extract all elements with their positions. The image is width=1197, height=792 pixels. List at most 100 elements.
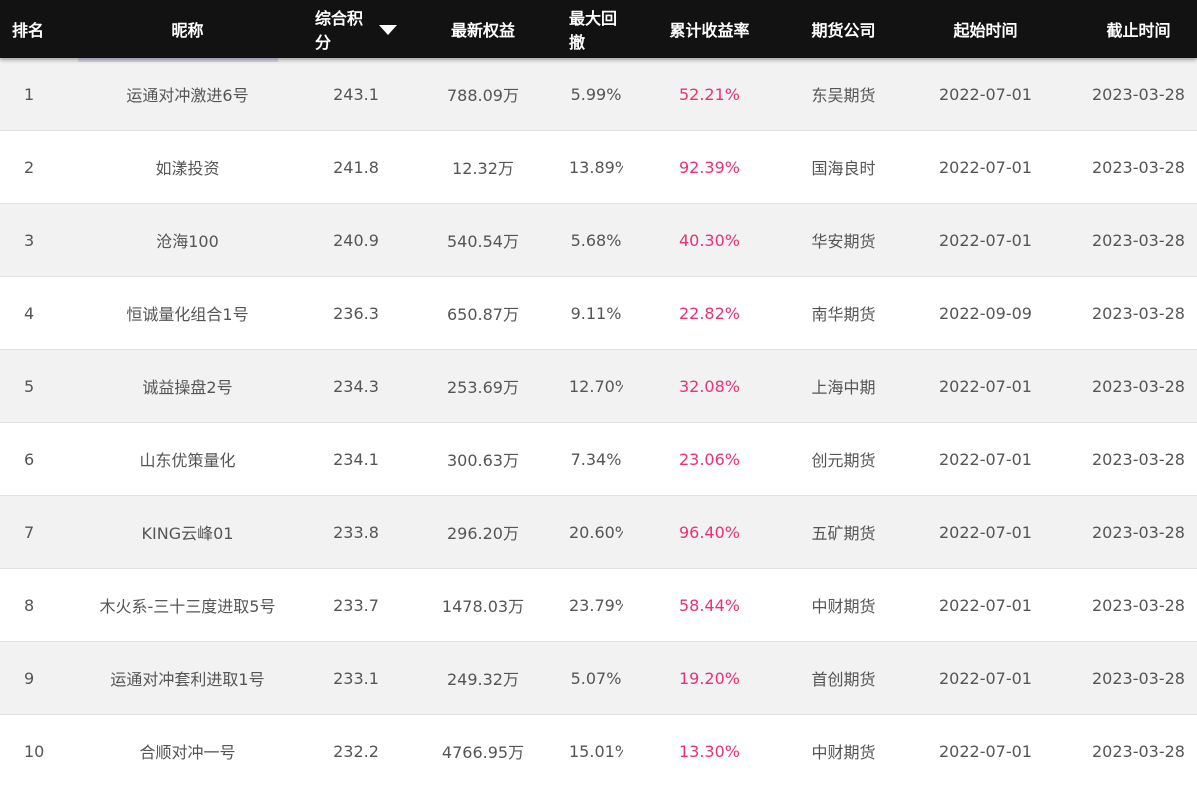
- table-header: 排名 昵称 综合积分 最新权益 最大回撤 累计收益率 期货公司 起始时间 截止时…: [0, 0, 1197, 58]
- start-date-cell: 2022-07-01: [939, 449, 1032, 469]
- name-link[interactable]: 合顺对冲一号: [81, 739, 295, 763]
- company-cell: 五矿期货: [811, 524, 876, 543]
- rank-cell: 8: [24, 595, 35, 615]
- drawdown-cell: 5.99%: [570, 84, 622, 104]
- table-row[interactable]: 8 木火系-三十三度进取5号 233.7 1478.03万 23.79% 58.44% 中财…: [0, 569, 1197, 642]
- end-date-cell: 2023-03-28: [1092, 303, 1185, 323]
- return-cell: 92.39%: [678, 157, 740, 177]
- drawdown-cell: 13.89%: [569, 157, 623, 177]
- name-cell[interactable]: 山东优策量化: [60, 447, 315, 471]
- score-cell: 232.2: [333, 741, 379, 761]
- return-cell: 23.06%: [678, 449, 740, 469]
- column-header-company[interactable]: 期货公司: [796, 0, 891, 58]
- column-header-score-label: 综合积分: [315, 9, 364, 52]
- ranking-table: 排名 昵称 综合积分 最新权益 最大回撤 累计收益率 期货公司 起始时间 截止时…: [0, 0, 1197, 787]
- company-cell: 南华期货: [811, 305, 876, 324]
- drawdown-cell: 20.60%: [569, 522, 623, 542]
- column-header-name[interactable]: 昵称: [60, 0, 315, 58]
- return-cell: 19.20%: [678, 668, 740, 688]
- company-cell: 上海中期: [811, 378, 876, 397]
- score-cell: 233.8: [333, 522, 379, 542]
- company-cell: 华安期货: [811, 232, 876, 251]
- table-row[interactable]: 9 运通对冲套利进取1号 233.1 249.32万 5.07% 19.20% 首创期货 20…: [0, 642, 1197, 715]
- score-cell: 233.1: [333, 668, 379, 688]
- column-header-drawdown[interactable]: 最大回撤: [569, 0, 623, 58]
- company-cell: 东吴期货: [811, 86, 876, 105]
- equity-cell: 1478.03万: [441, 597, 525, 616]
- table-row[interactable]: 2 如漾投资 241.8 12.32万 13.89% 92.39% 国海良时 2022-07-…: [0, 131, 1197, 204]
- name-link[interactable]: 诚益操盘2号: [81, 374, 295, 398]
- table-body: 1 运通对冲激进6号 243.1 788.09万 5.99% 52.21% 东吴期货 2022…: [0, 58, 1197, 787]
- table-row[interactable]: 4 恒诚量化组合1号 236.3 650.87万 9.11% 22.82% 南华期货 2022…: [0, 277, 1197, 350]
- table-row[interactable]: 1 运通对冲激进6号 243.1 788.09万 5.99% 52.21% 东吴期货 2022…: [0, 58, 1197, 131]
- name-cell[interactable]: 合顺对冲一号: [60, 739, 315, 763]
- return-cell: 96.40%: [678, 522, 740, 542]
- name-cell[interactable]: 恒诚量化组合1号: [60, 301, 315, 325]
- company-cell: 创元期货: [811, 451, 876, 470]
- column-header-end-date[interactable]: 截止时间: [1080, 0, 1197, 58]
- table-row[interactable]: 10 合顺对冲一号 232.2 4766.95万 15.01% 13.30% 中财期货 202…: [0, 715, 1197, 787]
- company-cell: 首创期货: [811, 670, 876, 689]
- end-date-cell: 2023-03-28: [1092, 376, 1185, 396]
- start-date-cell: 2022-07-01: [939, 157, 1032, 177]
- company-cell: 国海良时: [811, 159, 876, 178]
- name-link[interactable]: 运通对冲套利进取1号: [81, 666, 295, 690]
- return-cell: 32.08%: [678, 376, 740, 396]
- name-link[interactable]: 恒诚量化组合1号: [81, 301, 295, 325]
- column-header-start-date[interactable]: 起始时间: [891, 0, 1080, 58]
- equity-cell: 300.63万: [447, 451, 519, 470]
- table-row[interactable]: 7 KING云峰01 233.8 296.20万 20.60% 96.40% 五矿期货 202…: [0, 496, 1197, 569]
- table-row[interactable]: 6 山东优策量化 234.1 300.63万 7.34% 23.06% 创元期货 2022-0…: [0, 423, 1197, 496]
- return-cell: 52.21%: [678, 84, 740, 104]
- rank-cell: 3: [24, 230, 35, 250]
- end-date-cell: 2023-03-28: [1092, 84, 1185, 104]
- score-cell: 234.3: [333, 376, 379, 396]
- equity-cell: 249.32万: [447, 670, 519, 689]
- table-row[interactable]: 3 沧海100 240.9 540.54万 5.68% 40.30% 华安期货 2022-07…: [0, 204, 1197, 277]
- name-link[interactable]: 木火系-三十三度进取5号: [81, 593, 295, 617]
- column-header-return[interactable]: 累计收益率: [623, 0, 796, 58]
- column-header-equity[interactable]: 最新权益: [397, 0, 569, 58]
- start-date-cell: 2022-07-01: [939, 595, 1032, 615]
- name-link[interactable]: 运通对冲激进6号: [81, 82, 295, 106]
- start-date-cell: 2022-07-01: [939, 668, 1032, 688]
- company-cell: 中财期货: [811, 597, 876, 616]
- sort-desc-icon[interactable]: [379, 25, 397, 35]
- equity-cell: 650.87万: [447, 305, 519, 324]
- rank-cell: 6: [24, 449, 35, 469]
- name-cell[interactable]: 诚益操盘2号: [60, 374, 315, 398]
- rank-cell: 1: [24, 84, 35, 104]
- start-date-cell: 2022-07-01: [939, 230, 1032, 250]
- equity-cell: 296.20万: [447, 524, 519, 543]
- return-cell: 40.30%: [678, 230, 740, 250]
- name-cell[interactable]: 运通对冲激进6号: [60, 82, 315, 106]
- name-cell[interactable]: 运通对冲套利进取1号: [60, 666, 315, 690]
- name-cell[interactable]: 沧海100: [60, 228, 315, 252]
- rank-cell: 9: [24, 668, 35, 688]
- name-link[interactable]: 如漾投资: [81, 155, 295, 179]
- rank-cell: 5: [24, 376, 35, 396]
- start-date-cell: 2022-07-01: [939, 84, 1032, 104]
- drawdown-cell: 9.11%: [570, 303, 622, 323]
- drawdown-cell: 5.68%: [570, 230, 622, 250]
- return-cell: 13.30%: [678, 741, 740, 761]
- name-link[interactable]: 沧海100: [81, 228, 295, 252]
- start-date-cell: 2022-09-09: [939, 303, 1032, 323]
- score-cell: 236.3: [333, 303, 379, 323]
- name-link[interactable]: 山东优策量化: [81, 447, 295, 471]
- end-date-cell: 2023-03-28: [1092, 668, 1185, 688]
- name-cell[interactable]: 木火系-三十三度进取5号: [60, 593, 315, 617]
- rank-cell: 10: [24, 741, 45, 761]
- table-row[interactable]: 5 诚益操盘2号 234.3 253.69万 12.70% 32.08% 上海中期 2022-…: [0, 350, 1197, 423]
- name-link[interactable]: KING云峰01: [81, 520, 295, 544]
- name-column-indicator: [78, 58, 278, 62]
- start-date-cell: 2022-07-01: [939, 741, 1032, 761]
- column-header-score[interactable]: 综合积分: [315, 0, 397, 58]
- name-cell[interactable]: KING云峰01: [60, 520, 315, 544]
- rank-cell: 2: [24, 157, 35, 177]
- equity-cell: 253.69万: [447, 378, 519, 397]
- company-cell: 中财期货: [811, 743, 876, 762]
- column-header-rank[interactable]: 排名: [0, 0, 60, 58]
- drawdown-cell: 5.07%: [570, 668, 622, 688]
- name-cell[interactable]: 如漾投资: [60, 155, 315, 179]
